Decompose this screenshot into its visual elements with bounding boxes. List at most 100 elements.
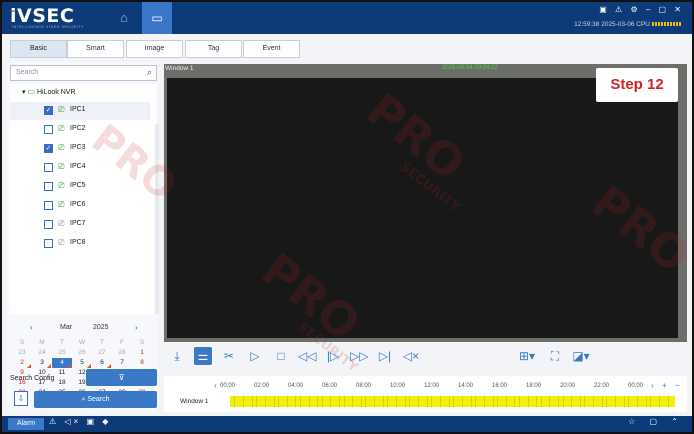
camera-icon: ⎚ — [58, 105, 65, 114]
calendar-day[interactable]: 11 — [52, 368, 72, 378]
recording-gap — [492, 396, 494, 407]
timeline-tick: 00:00 — [220, 383, 236, 389]
calendar-day[interactable]: 23 — [12, 348, 32, 358]
recording-gap — [431, 396, 433, 407]
calendar-day[interactable]: 1 — [132, 348, 152, 358]
recording-gap — [273, 396, 275, 407]
status-right-icons[interactable]: ☆ ▢ ⌃ — [628, 417, 684, 426]
weekday-label: T — [100, 339, 104, 346]
zoom-out-icon[interactable]: − — [675, 381, 680, 390]
calendar-day[interactable]: 26 — [72, 348, 92, 358]
camera-label: IPC5 — [70, 182, 86, 189]
timeline-prev-icon[interactable]: ‹ — [214, 381, 217, 390]
playback-nav-icon[interactable]: ▭ — [142, 2, 172, 34]
camera-item-ipc7[interactable]: ⎚ IPC7 — [10, 216, 150, 234]
recording-track[interactable] — [230, 396, 675, 407]
calendar-day-selected[interactable]: 4 — [52, 358, 72, 368]
calendar-day[interactable]: 3 — [32, 358, 52, 368]
camera-item-ipc3[interactable]: ✓ ⎚ IPC3 — [10, 140, 150, 158]
recording-gap — [418, 396, 419, 407]
recording-gap — [409, 396, 411, 407]
checkbox[interactable] — [44, 125, 53, 134]
next-frame-icon[interactable]: ▷| — [376, 347, 394, 365]
play-icon[interactable]: ▷ — [246, 347, 264, 365]
checkbox[interactable]: ✓ — [44, 106, 53, 115]
calendar-day[interactable]: 27 — [92, 348, 112, 358]
camera-label: IPC1 — [70, 106, 86, 113]
recording-gap — [387, 396, 389, 407]
calendar-day[interactable]: 18 — [52, 378, 72, 388]
calendar-day[interactable]: 2 — [12, 358, 32, 368]
calendar-day[interactable]: 7 — [112, 358, 132, 368]
search-button[interactable]: ⌕ Search — [34, 391, 157, 408]
checkbox[interactable] — [44, 239, 53, 248]
search-icon[interactable]: ⌕ — [147, 67, 152, 78]
search-config-filter-button[interactable]: ⊽ — [86, 369, 157, 386]
mute-icon[interactable]: ◁× — [402, 347, 420, 365]
weekday-label: T — [60, 339, 64, 346]
camera-item-ipc1[interactable]: ✓ ⎚ IPC1 — [10, 102, 150, 120]
camera-item-ipc4[interactable]: ⎚ IPC4 — [10, 159, 150, 177]
stop-icon[interactable]: □ — [272, 347, 290, 365]
camera-item-ipc8[interactable]: ⎚ IPC8 — [10, 235, 150, 253]
calendar-day[interactable]: 8 — [132, 358, 152, 368]
search-input[interactable]: Search ⌕ — [10, 65, 157, 81]
recording-gap — [234, 396, 235, 407]
timeline: ‹ 00:00 02:00 04:00 06:00 08:00 10:00 12… — [164, 376, 687, 412]
camera-item-ipc6[interactable]: ⎚ IPC6 — [10, 197, 150, 215]
recording-gap — [602, 396, 603, 407]
calendar-day[interactable]: 24 — [32, 348, 52, 358]
fast-forward-icon[interactable]: ▷▷ — [350, 347, 368, 365]
layout-icon[interactable]: ⊞▾ — [518, 347, 536, 365]
tab-tag[interactable]: Tag — [185, 40, 242, 58]
checkbox[interactable] — [44, 220, 53, 229]
rewind-icon[interactable]: ◁◁ — [298, 347, 316, 365]
camera-label: IPC6 — [70, 201, 86, 208]
playback-video[interactable] — [167, 78, 678, 338]
calendar-day[interactable]: 6 — [92, 358, 112, 368]
recording-gap — [404, 396, 406, 407]
recording-gap — [540, 396, 542, 407]
fullscreen-icon[interactable]: ⛶ — [546, 347, 564, 365]
alarm-button[interactable]: Alarm — [8, 418, 44, 430]
tab-basic[interactable]: Basic — [10, 40, 67, 58]
tab-event[interactable]: Event — [243, 40, 300, 58]
next-month-icon[interactable]: › — [135, 323, 138, 332]
tree-scrollbar[interactable] — [155, 124, 159, 314]
timeline-tick: 06:00 — [322, 383, 338, 389]
recording-gap — [461, 396, 463, 407]
recording-gap — [514, 396, 516, 407]
slow-forward-icon[interactable]: |▷ — [324, 347, 342, 365]
checkbox[interactable]: ✓ — [44, 144, 53, 153]
recording-gap — [615, 396, 617, 407]
recording-gap — [453, 396, 454, 407]
camera-item-ipc2[interactable]: ⎚ IPC2 — [10, 121, 150, 139]
adjust-icon[interactable]: ⚌ — [194, 347, 212, 365]
tab-smart[interactable]: Smart — [67, 40, 124, 58]
window-controls[interactable]: ▣ ⚠ ⚙ – ▢ ✕ — [599, 5, 684, 14]
calendar-day[interactable]: 5 — [72, 358, 92, 368]
download-icon[interactable]: ⤓ — [168, 347, 186, 365]
prev-month-icon[interactable]: ‹ — [30, 323, 33, 332]
image-setting-icon[interactable]: ◪▾ — [572, 347, 590, 365]
timeline-tick: 16:00 — [492, 383, 508, 389]
calendar-day[interactable]: 25 — [52, 348, 72, 358]
calendar-day[interactable]: 28 — [112, 348, 132, 358]
playback-toolbar: ⤓ ⚌ ✂ ▷ □ ◁◁ |▷ ▷▷ ▷| ◁× ⊞▾ ⛶ ◪▾ — [164, 344, 687, 370]
search-button-label: Search — [87, 396, 110, 403]
checkbox[interactable] — [44, 201, 53, 210]
zoom-in-icon[interactable]: + — [662, 381, 667, 390]
checkbox[interactable] — [44, 182, 53, 191]
tab-image[interactable]: Image — [126, 40, 183, 58]
status-icons[interactable]: ⚠ ◁× ▣ ◆ — [49, 417, 111, 426]
export-icon[interactable]: ⇩ — [14, 391, 28, 406]
tree-root[interactable]: ▾ ▭ HiLook NVR — [22, 87, 76, 96]
camera-icon: ⎚ — [58, 162, 65, 171]
checkbox[interactable] — [44, 163, 53, 172]
camera-item-ipc5[interactable]: ⎚ IPC5 — [10, 178, 150, 196]
clip-icon[interactable]: ✂ — [220, 347, 238, 365]
home-icon[interactable]: ⌂ — [108, 2, 140, 34]
recording-gap — [637, 396, 638, 407]
filter-icon: ⊽ — [118, 373, 125, 382]
timeline-next-icon[interactable]: › — [651, 381, 654, 390]
